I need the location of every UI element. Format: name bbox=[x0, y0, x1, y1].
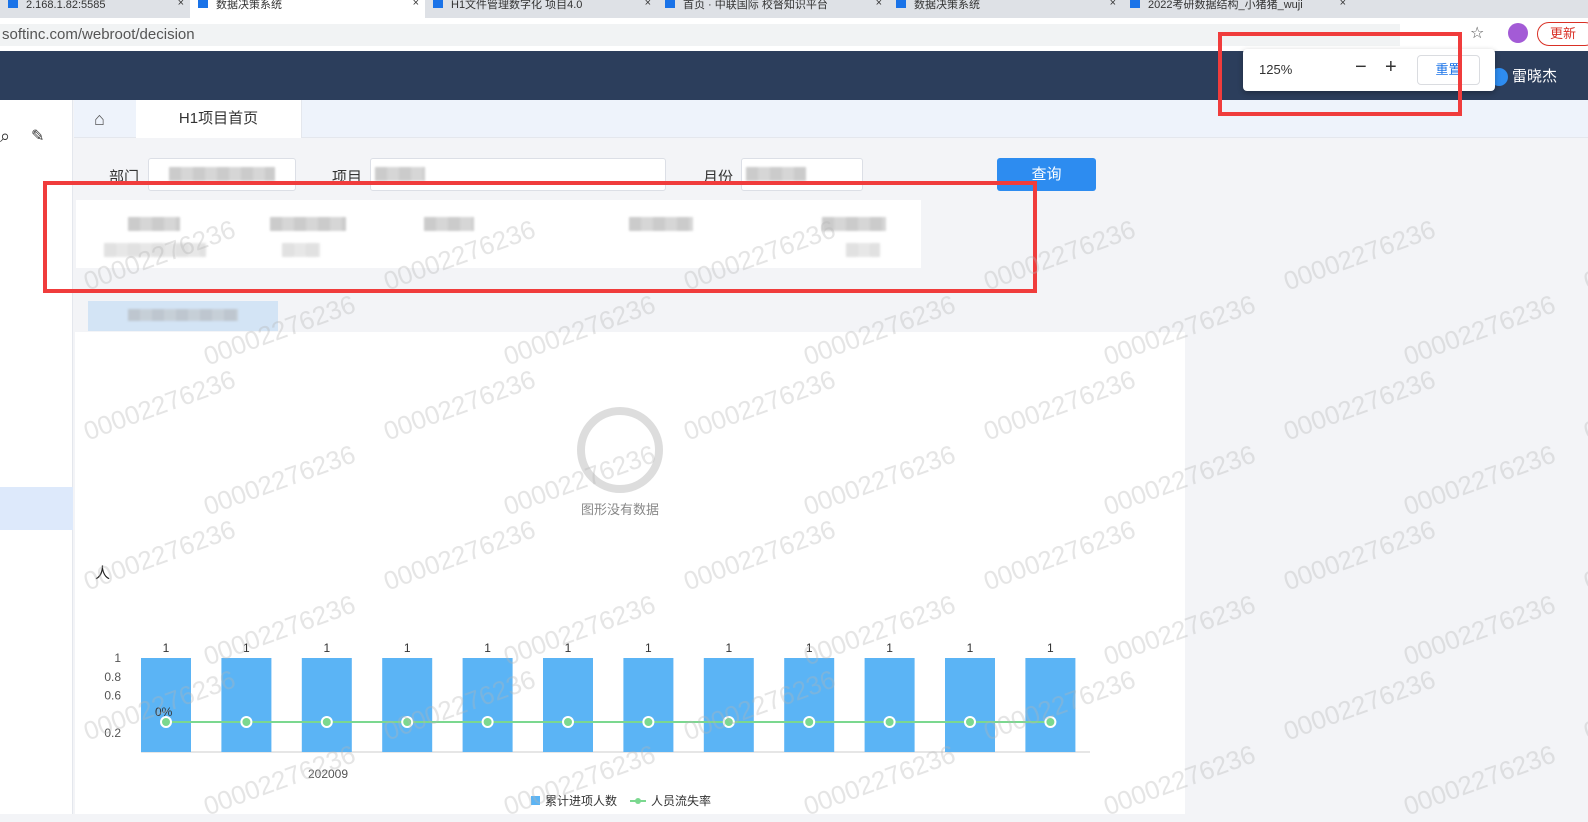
browser-tab[interactable]: 数据决策系统 × bbox=[888, 0, 1122, 18]
tab-title: 首页 · 中联国际 校督知识平台 bbox=[683, 0, 828, 11]
tab-title: 2022考研数据结构_小猪猪_wuji bbox=[1148, 0, 1303, 11]
close-tab-icon[interactable]: × bbox=[178, 0, 184, 9]
bar bbox=[864, 658, 915, 752]
y-tick-label: 1 bbox=[114, 651, 121, 665]
bar bbox=[623, 658, 674, 752]
line-point bbox=[401, 716, 414, 728]
legend-bar-swatch bbox=[531, 796, 540, 805]
profile-avatar[interactable] bbox=[1508, 23, 1528, 43]
line-point bbox=[1044, 716, 1057, 728]
line-point bbox=[883, 716, 896, 728]
section-title-blurred bbox=[88, 301, 278, 331]
watermark-text: 00002276236 bbox=[1279, 513, 1440, 597]
bar-value-label: 1 bbox=[886, 641, 893, 655]
bar-value-label: 1 bbox=[484, 641, 491, 655]
line-point bbox=[722, 716, 735, 728]
watermark-text: 00002276236 bbox=[1399, 738, 1560, 822]
close-tab-icon[interactable]: × bbox=[645, 0, 651, 9]
bar bbox=[945, 658, 995, 752]
tab-favicon-icon bbox=[8, 0, 18, 8]
sidebar-item-active[interactable] bbox=[0, 487, 73, 530]
browser-tab-strip: 2.168.1.82:5585 × 数据决策系统 × H1文件管理数字化 项目4.0 × 首… bbox=[0, 0, 1588, 18]
close-tab-icon[interactable]: × bbox=[413, 0, 419, 9]
bar bbox=[301, 658, 352, 752]
bar-value-label: 1 bbox=[725, 641, 732, 655]
highlight-box-kpi bbox=[43, 181, 1037, 293]
attrition-chart: 人 1 0.8 0.6 0.2 1 1 1 1 1 1 1 1 1 1 1 1 0% 202009 累计进项人数 人员流… bbox=[95, 565, 1090, 808]
legend-bar-label: 累计进项人数 bbox=[545, 793, 617, 808]
chart-title-fragment: 人 bbox=[95, 565, 110, 582]
update-button[interactable]: 更新 bbox=[1537, 22, 1588, 46]
tab-favicon-icon bbox=[896, 0, 906, 8]
watermark-text: 00002276236 bbox=[1579, 663, 1588, 747]
watermark-text: 00002276236 bbox=[1579, 513, 1588, 597]
watermark-text: 00002276236 bbox=[1579, 363, 1588, 447]
tab-title: H1文件管理数字化 项目4.0 bbox=[451, 0, 583, 11]
watermark-text: 00002276236 bbox=[1399, 588, 1560, 672]
bar-value-label: 1 bbox=[1047, 641, 1054, 655]
bar-value-label: 1 bbox=[404, 641, 411, 655]
line-value-label: 0% bbox=[155, 705, 173, 719]
browser-tab[interactable]: 数据决策系统 × bbox=[190, 0, 425, 18]
close-tab-icon[interactable]: × bbox=[1340, 0, 1346, 9]
line-point bbox=[320, 716, 333, 728]
user-menu[interactable]: 雷晓杰 bbox=[1490, 65, 1558, 87]
browser-tab[interactable]: 2022考研数据结构_小猪猪_wuji × bbox=[1122, 0, 1352, 18]
bar bbox=[784, 658, 835, 752]
bar bbox=[543, 658, 593, 752]
watermark-text: 00002276236 bbox=[1399, 288, 1560, 372]
legend-line-label: 人员流失率 bbox=[651, 793, 711, 808]
bar-value-label: 1 bbox=[243, 641, 250, 655]
bar bbox=[382, 658, 433, 752]
bar-value-label: 1 bbox=[645, 641, 652, 655]
tab-favicon-icon bbox=[198, 0, 208, 8]
watermark-text: 00002276236 bbox=[1279, 213, 1440, 297]
bar-value-label: 1 bbox=[806, 641, 813, 655]
tab-title: 数据决策系统 bbox=[914, 0, 980, 11]
line-point bbox=[803, 716, 816, 728]
watermark-text: 00002276236 bbox=[1579, 213, 1588, 297]
bar bbox=[1025, 658, 1076, 752]
line-point bbox=[562, 716, 574, 728]
tab-favicon-icon bbox=[1130, 0, 1140, 8]
tab-title: 数据决策系统 bbox=[216, 0, 282, 11]
tab-title: 2.168.1.82:5585 bbox=[26, 0, 106, 11]
bookmark-star-icon[interactable]: ☆ bbox=[1470, 23, 1484, 43]
bar bbox=[703, 658, 754, 752]
legend-line-dot bbox=[635, 798, 641, 804]
close-tab-icon[interactable]: × bbox=[1110, 0, 1116, 9]
user-name: 雷晓杰 bbox=[1512, 68, 1558, 85]
browser-tab[interactable]: H1文件管理数字化 项目4.0 × bbox=[425, 0, 657, 18]
line-point bbox=[642, 716, 655, 728]
y-tick-label: 0.6 bbox=[104, 689, 121, 703]
bar-value-label: 1 bbox=[967, 641, 974, 655]
y-tick-label: 0.2 bbox=[104, 726, 121, 740]
bar bbox=[221, 658, 272, 752]
watermark-text: 00002276236 bbox=[1279, 663, 1440, 747]
bar-value-label: 1 bbox=[565, 641, 572, 655]
bar bbox=[462, 658, 513, 752]
line-point bbox=[481, 716, 494, 728]
browser-tab[interactable]: 首页 · 中联国际 校督知识平台 × bbox=[657, 0, 888, 18]
bar-value-label: 1 bbox=[163, 641, 170, 655]
line-point bbox=[240, 716, 253, 728]
url-input[interactable]: softinc.com/webroot/decision bbox=[0, 24, 1400, 46]
tab-favicon-icon bbox=[665, 0, 675, 8]
home-icon[interactable]: ⌂ bbox=[94, 109, 105, 130]
highlight-box-zoom bbox=[1218, 32, 1462, 116]
browser-tab[interactable]: 2.168.1.82:5585 × bbox=[0, 0, 190, 18]
search-icon[interactable]: ⌕ bbox=[0, 126, 10, 147]
close-tab-icon[interactable]: × bbox=[876, 0, 882, 9]
tab-h1-home[interactable]: H1项目首页 bbox=[136, 100, 302, 138]
y-tick-label: 0.8 bbox=[104, 670, 121, 684]
pin-icon[interactable]: ✎ bbox=[31, 126, 44, 146]
chart-card: 图形没有数据 人 1 0.8 0.6 0.2 1 1 1 1 1 1 1 1 1 1 1 1 0% 202009 累计… bbox=[75, 332, 1185, 814]
watermark-text: 00002276236 bbox=[1279, 363, 1440, 447]
watermark-text: 00002276236 bbox=[1399, 438, 1560, 522]
bar-value-label: 1 bbox=[323, 641, 330, 655]
tab-favicon-icon bbox=[433, 0, 443, 8]
line-point bbox=[964, 716, 976, 728]
x-tick-label: 202009 bbox=[308, 767, 348, 781]
